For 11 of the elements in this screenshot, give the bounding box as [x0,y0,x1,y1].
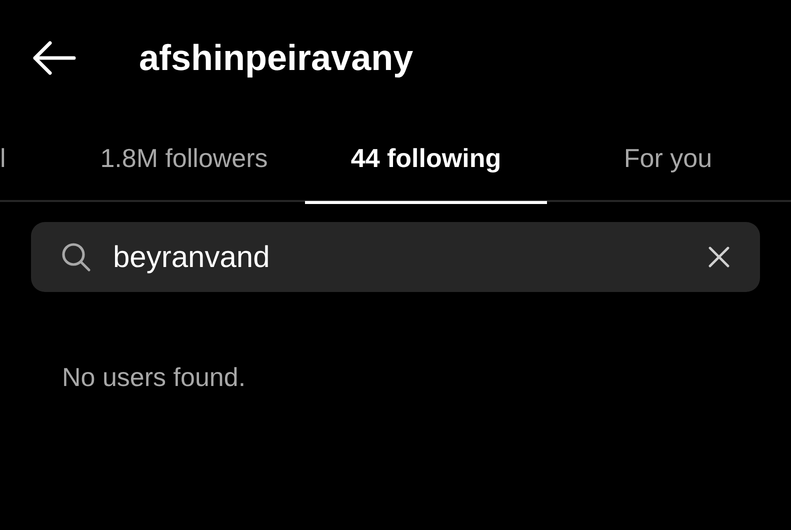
tab[interactable]: 44 following [305,115,547,202]
empty-message: No users found. [62,361,247,394]
tab[interactable]: l [0,115,63,202]
back-arrow-icon[interactable] [32,40,76,74]
search-field[interactable]: beyranvand [113,234,708,280]
close-icon[interactable] [708,246,730,268]
tab[interactable]: For you [547,115,789,202]
tab[interactable]: 1.8M followers [63,115,305,202]
search-bar[interactable]: beyranvand [31,222,760,292]
search-icon [61,242,91,272]
username-title: afshinpeiravany [139,36,414,80]
